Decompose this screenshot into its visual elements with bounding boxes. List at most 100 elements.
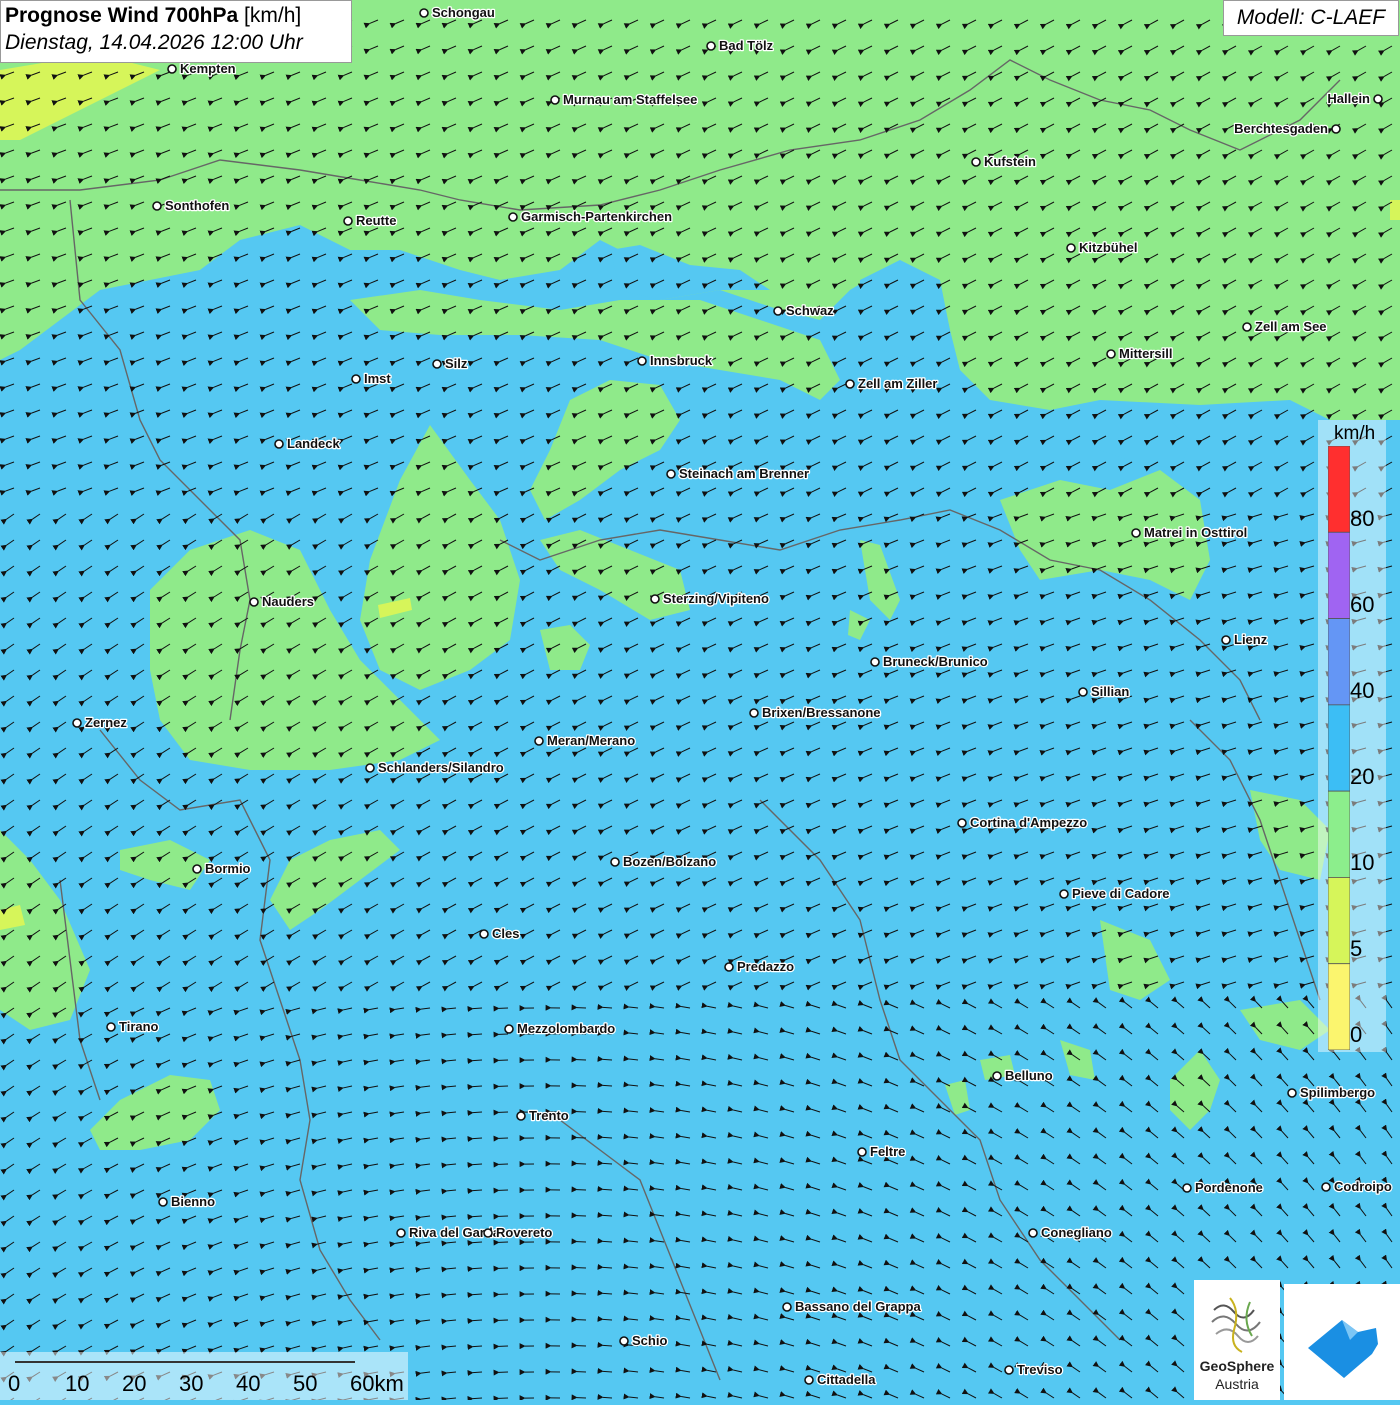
legend-colorbar	[1328, 446, 1350, 1050]
city-dot	[1107, 350, 1115, 358]
city-dot	[551, 96, 559, 104]
city-innsbruck[interactable]: Innsbruck	[638, 353, 713, 368]
city-dot	[250, 598, 258, 606]
city-label: Lienz	[1234, 632, 1268, 647]
city-berchtesgaden[interactable]: Berchtesgaden	[1234, 121, 1340, 136]
city-label: Zernez	[85, 715, 127, 730]
city-pieve-di-cadore[interactable]: Pieve di Cadore	[1060, 886, 1170, 901]
scale-label: 20	[122, 1371, 146, 1397]
city-dot	[958, 819, 966, 827]
wind-forecast-map[interactable]: SchongauBad TölzKemptenMurnau am Staffel…	[0, 0, 1400, 1400]
city-label: Predazzo	[737, 959, 794, 974]
legend-color-segment	[1328, 619, 1350, 705]
city-dot	[1374, 95, 1382, 103]
wind-arrow	[603, 1241, 612, 1242]
city-dot	[667, 470, 675, 478]
wind-arrow	[473, 1086, 482, 1087]
city-dot	[750, 709, 758, 717]
city-bruneck-brunico[interactable]: Bruneck/Brunico	[871, 654, 988, 669]
city-mezzolombardo[interactable]: Mezzolombardo	[505, 1021, 615, 1036]
city-zell-am-see[interactable]: Zell am See	[1243, 319, 1327, 334]
city-conegliano[interactable]: Conegliano	[1029, 1225, 1112, 1240]
city-sonthofen[interactable]: Sonthofen	[153, 198, 229, 213]
scale-bar	[0, 1352, 408, 1400]
wind-arrow	[603, 1371, 612, 1372]
city-dot	[168, 65, 176, 73]
scale-label: 50	[293, 1371, 317, 1397]
city-dot	[611, 858, 619, 866]
city-label: Treviso	[1017, 1362, 1063, 1377]
city-matrei-in-osttirol[interactable]: Matrei in Osttirol	[1132, 525, 1247, 540]
city-label: Belluno	[1005, 1068, 1053, 1083]
city-dot	[420, 9, 428, 17]
city-dot	[972, 158, 980, 166]
city-label: Silz	[445, 356, 468, 371]
city-label: Codroipo	[1334, 1179, 1392, 1194]
city-bozen-bolzano[interactable]: Bozen/Bolzano	[611, 854, 716, 869]
city-dot	[1288, 1089, 1296, 1097]
city-label: Meran/Merano	[547, 733, 635, 748]
city-dot	[651, 595, 659, 603]
city-schongau[interactable]: Schongau	[420, 5, 495, 20]
city-dot	[707, 42, 715, 50]
city-murnau-am-staffelsee[interactable]: Murnau am Staffelsee	[551, 92, 697, 107]
wind-arrow	[603, 1163, 612, 1164]
city-dot	[858, 1148, 866, 1156]
city-dot	[871, 658, 879, 666]
city-zell-am-ziller[interactable]: Zell am Ziller	[846, 376, 937, 391]
city-sterzing-vipiteno[interactable]: Sterzing/Vipiteno	[651, 591, 769, 606]
title-main: Prognose Wind 700hPa	[5, 4, 238, 27]
city-brixen-bressanone[interactable]: Brixen/Bressanone	[750, 705, 881, 720]
city-dot	[397, 1229, 405, 1237]
wind-arrow	[473, 1164, 482, 1165]
city-label: Conegliano	[1041, 1225, 1112, 1240]
legend-label: 80	[1350, 506, 1374, 532]
wind-arrow	[603, 1137, 612, 1138]
city-dot	[484, 1229, 492, 1237]
city-label: Bozen/Bolzano	[623, 854, 716, 869]
wind-arrow	[473, 1320, 482, 1321]
city-label: Imst	[364, 371, 391, 386]
city-label: Zell am Ziller	[858, 376, 937, 391]
city-schlanders-silandro[interactable]: Schlanders/Silandro	[366, 760, 504, 775]
city-label: Trento	[529, 1108, 569, 1123]
city-label: Reutte	[356, 213, 396, 228]
city-meran-merano[interactable]: Meran/Merano	[535, 733, 635, 748]
city-dot	[275, 440, 283, 448]
city-pordenone[interactable]: Pordenone	[1183, 1180, 1263, 1195]
wind-arrow	[473, 1034, 482, 1035]
city-garmisch-partenkirchen[interactable]: Garmisch-Partenkirchen	[509, 209, 672, 224]
wind-arrow	[603, 1085, 612, 1086]
geosphere-logo[interactable]: GeoSphere Austria	[1194, 1280, 1280, 1400]
city-label: Hallein	[1327, 91, 1370, 106]
wind-arrow	[473, 1372, 482, 1373]
logo-country: Austria	[1194, 1376, 1280, 1392]
weather-app-icon	[1284, 1284, 1400, 1400]
city-label: Cittadella	[817, 1372, 876, 1387]
city-label: Steinach am Brenner	[679, 466, 809, 481]
city-dot	[107, 1023, 115, 1031]
city-label: Sterzing/Vipiteno	[663, 591, 769, 606]
scale-label: 10	[65, 1371, 89, 1397]
wind-arrow	[603, 1345, 612, 1346]
weather-app-logo[interactable]	[1284, 1284, 1400, 1400]
scale-label: 60km	[350, 1371, 404, 1397]
city-label: Bassano del Grappa	[795, 1299, 921, 1314]
city-steinach-am-brenner[interactable]: Steinach am Brenner	[667, 466, 809, 481]
city-spilimbergo[interactable]: Spilimbergo	[1288, 1085, 1375, 1100]
wind-arrow	[473, 1060, 482, 1061]
scale-label: 40	[236, 1371, 260, 1397]
city-dot	[1222, 636, 1230, 644]
city-bassano-del-grappa[interactable]: Bassano del Grappa	[783, 1299, 921, 1314]
wind-arrow	[603, 1189, 612, 1190]
city-cortina-d-ampezzo[interactable]: Cortina d'Ampezzo	[958, 815, 1087, 830]
legend-label: 0	[1350, 1022, 1362, 1048]
legend-label: 60	[1350, 592, 1374, 618]
city-label: Tirano	[119, 1019, 159, 1034]
city-label: Kempten	[180, 61, 236, 76]
city-dot	[1067, 244, 1075, 252]
legend-color-segment	[1328, 791, 1350, 877]
city-label: Kufstein	[984, 154, 1036, 169]
city-dot	[366, 764, 374, 772]
wind-arrow	[473, 1216, 482, 1217]
